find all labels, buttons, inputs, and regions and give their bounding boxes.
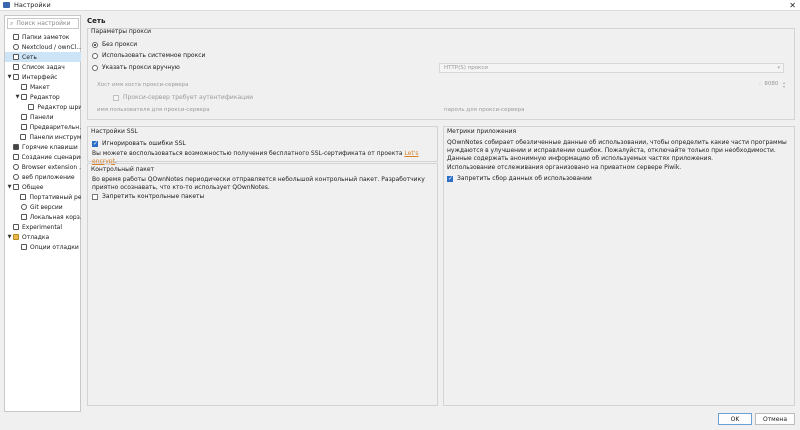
settings-sidebar: ⌕ Папки заметок Nextcloud / ownCl... Сет… [4, 15, 81, 412]
sidebar-item-note-folders[interactable]: Папки заметок [5, 32, 81, 42]
settings-tree: Папки заметок Nextcloud / ownCl... Сеть … [5, 32, 81, 252]
proxy-type-select[interactable]: HTTP(S) прокси ▾ [439, 63, 784, 73]
heartbeat-description: Во время работы QOwnNotes периодически о… [92, 176, 425, 191]
sidebar-item-general[interactable]: ▼ Общее [5, 182, 81, 192]
trash-icon [20, 214, 27, 220]
heartbeat-group-title: Контрольный пакет [91, 166, 155, 173]
browser-extension-icon [12, 164, 19, 170]
sidebar-item-shortcuts[interactable]: Горячие клавиши [5, 142, 81, 152]
todo-list-icon [13, 64, 19, 70]
disable-heartbeat-checkbox[interactable]: Запретить контрольные пакеты [92, 193, 204, 200]
proxy-host-input[interactable]: имя хоста прокси-сервера [112, 82, 752, 88]
title-bar: Настройки ✕ [0, 0, 800, 11]
ssl-group-title: Настройки SSL [91, 128, 138, 135]
sidebar-item-todo[interactable]: Список задач [5, 62, 81, 72]
proxy-port-input[interactable]: : 8080 ▴ ▾ [759, 81, 785, 90]
layout-icon [21, 84, 27, 90]
preview-icon [20, 124, 27, 130]
debug-icon [13, 234, 19, 240]
search-input[interactable] [16, 20, 75, 27]
sidebar-item-nextcloud[interactable]: Nextcloud / ownCl... [5, 42, 81, 52]
metrics-description: QOwnNotes собирает обезличенные данные о… [447, 139, 787, 154]
manual-proxy-radio[interactable]: Указать прокси вручную [92, 64, 180, 71]
sidebar-item-scripting[interactable]: Создание сценариев [5, 152, 81, 162]
sidebar-item-preview[interactable]: Предварительн... [5, 122, 81, 132]
metrics-piwik-text: Использование отслеживания организовано … [447, 164, 682, 171]
chevron-down-icon: ▾ [777, 65, 780, 71]
sidebar-item-portable[interactable]: Портативный ре... [5, 192, 81, 202]
sidebar-item-web-app[interactable]: веб приложение [5, 172, 81, 182]
cloud-icon [12, 44, 19, 50]
expand-arrow-icon[interactable]: ▼ [7, 74, 12, 80]
radio-button[interactable] [92, 41, 98, 48]
search-box[interactable]: ⌕ [7, 18, 79, 29]
radio-button[interactable] [92, 52, 98, 59]
git-icon [21, 204, 27, 210]
sidebar-item-git[interactable]: Git версии [5, 202, 81, 212]
debug-options-icon [21, 244, 27, 250]
keyboard-icon [13, 144, 19, 150]
system-proxy-radio[interactable]: Использовать системное прокси [92, 52, 205, 59]
sidebar-item-editor-fonts[interactable]: Редактор шри... [5, 102, 81, 112]
portable-icon [20, 194, 27, 200]
ok-button[interactable]: OK [718, 413, 752, 425]
close-icon[interactable]: ✕ [789, 0, 796, 11]
checkbox[interactable] [113, 94, 119, 101]
no-proxy-radio[interactable]: Без прокси [92, 41, 137, 48]
sidebar-item-panels[interactable]: Панели [5, 112, 81, 122]
app-icon [3, 2, 10, 8]
spinner-arrows-icon[interactable]: ▴ ▾ [783, 81, 785, 89]
checkbox[interactable] [92, 140, 98, 147]
sidebar-item-browser-extension[interactable]: Browser extension ... [5, 162, 81, 172]
radio-button[interactable] [92, 64, 98, 71]
checkbox[interactable] [92, 193, 98, 200]
network-icon [13, 54, 19, 60]
disable-metrics-checkbox[interactable]: Запретить сбор данных об использовании [447, 175, 592, 182]
general-icon [13, 184, 19, 190]
expand-arrow-icon[interactable]: ▼ [15, 94, 20, 100]
proxy-group-title: Параметры прокси [91, 28, 152, 35]
cancel-button[interactable]: Отмена [755, 413, 795, 425]
sidebar-item-network[interactable]: Сеть [5, 52, 81, 62]
proxy-auth-checkbox[interactable]: Прокси-сервер требует аутентификации [113, 94, 253, 101]
sidebar-item-layout[interactable]: Макет [5, 82, 81, 92]
checkbox[interactable] [447, 175, 453, 182]
font-icon [28, 104, 35, 110]
window-title: Настройки [14, 1, 51, 9]
proxy-host-label: Хост [97, 82, 111, 88]
proxy-user-input[interactable]: имя пользователя для прокси-сервера [97, 107, 437, 113]
metrics-group-title: Метрики приложения [447, 128, 517, 135]
expand-arrow-icon[interactable]: ▼ [7, 234, 12, 240]
expand-arrow-icon[interactable]: ▼ [7, 184, 12, 190]
sidebar-item-experimental[interactable]: Experimental [5, 222, 81, 232]
search-icon: ⌕ [10, 19, 14, 27]
sidebar-item-interface[interactable]: ▼ Интерфейс [5, 72, 81, 82]
editor-icon [21, 94, 27, 100]
sidebar-item-local-trash[interactable]: Локальная корз... [5, 212, 81, 222]
experimental-icon [13, 224, 19, 230]
sidebar-item-toolbars[interactable]: Панели инструм... [5, 132, 81, 142]
sidebar-item-debug-options[interactable]: Опции отладки [5, 242, 81, 252]
web-app-icon [13, 174, 19, 180]
page-title: Сеть [87, 17, 106, 25]
metrics-anonymous-text: Данные содержать анонимную информацию об… [447, 155, 714, 162]
toolbar-icon [20, 134, 27, 140]
ignore-ssl-errors-checkbox[interactable]: Игнорировать ошибки SSL [92, 140, 186, 147]
script-icon [12, 154, 19, 160]
folder-icon [13, 34, 19, 40]
interface-icon [13, 74, 19, 80]
panels-icon [21, 114, 27, 120]
proxy-password-input[interactable]: пароль для прокси-сервера [444, 107, 784, 113]
sidebar-item-debug[interactable]: ▼ Отладка [5, 232, 81, 242]
sidebar-item-editor[interactable]: ▼ Редактор [5, 92, 81, 102]
